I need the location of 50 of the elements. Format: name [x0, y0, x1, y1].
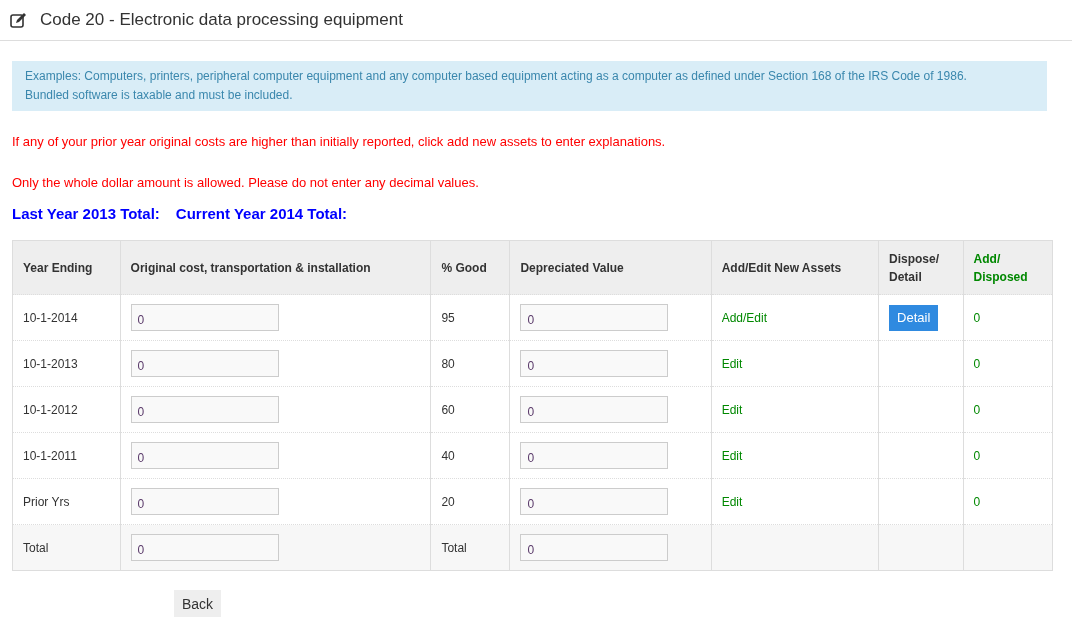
cost-field[interactable]: 0: [130, 304, 279, 331]
cost-field[interactable]: 0: [130, 534, 279, 561]
count-text: 0: [973, 448, 981, 463]
detail-button[interactable]: Detail: [889, 304, 939, 331]
page-title: Code 20 - Electronic data processing equipment: [40, 10, 403, 30]
year-text: 10-1-2014: [23, 310, 78, 325]
edit-link[interactable]: Edit: [721, 448, 743, 463]
cost-field[interactable]: 0: [130, 396, 279, 423]
value-field[interactable]: 0: [520, 396, 669, 423]
good-text: 80: [441, 356, 455, 371]
good-text: Total: [441, 540, 467, 555]
totals-heading: Current Year 2014 Total:: [175, 205, 348, 222]
warning-text: Only the whole dollar amount is allowed. Please do not enter any decimal values.: [12, 175, 480, 190]
good-text: 40: [441, 448, 455, 463]
edit-link[interactable]: Edit: [721, 356, 743, 371]
column-header: Add/ Disposed: [963, 240, 1053, 295]
year-text: Total: [23, 540, 49, 555]
info-box: Examples: Computers, printers, peripheral computer equipment and any computer based equipment acting as a computer as defined under Section 168 of the IRS Code of 1986. Bundled software is taxable and must be included.: [12, 61, 1047, 111]
count-text: 0: [973, 310, 981, 325]
column-header: Add/Edit New Assets: [711, 240, 879, 295]
edit-link[interactable]: Edit: [721, 402, 743, 417]
year-text: Prior Yrs: [23, 494, 70, 509]
good-text: 60: [441, 402, 455, 417]
count-text: 0: [973, 402, 981, 417]
column-header: Dispose/ Detail: [878, 240, 964, 295]
edit-icon: [10, 12, 28, 28]
cost-field[interactable]: 0: [130, 442, 279, 469]
totals-heading: Last Year 2013 Total:: [12, 205, 160, 222]
back-button[interactable]: Back: [174, 590, 222, 617]
value-field[interactable]: 0: [520, 350, 669, 377]
column-header: Year Ending: [12, 240, 121, 295]
edit-link[interactable]: Add/Edit: [721, 310, 767, 325]
cost-field[interactable]: 0: [130, 350, 279, 377]
value-field[interactable]: 0: [520, 488, 669, 515]
column-header: % Good: [430, 240, 510, 295]
value-field[interactable]: 0: [520, 304, 669, 331]
good-text: 95: [441, 310, 455, 325]
cost-field[interactable]: 0: [130, 488, 279, 515]
column-header: Depreciated Value: [509, 240, 712, 295]
count-text: 0: [973, 494, 981, 509]
count-text: 0: [973, 356, 981, 371]
good-text: 20: [441, 494, 455, 509]
year-text: 10-1-2013: [23, 356, 78, 371]
edit-link[interactable]: Edit: [721, 494, 743, 509]
warning-text: If any of your prior year original costs are higher than initially reported, click add new assets to enter explanations.: [12, 134, 667, 149]
value-field[interactable]: 0: [520, 442, 669, 469]
year-text: 10-1-2012: [23, 402, 78, 417]
year-text: 10-1-2011: [23, 448, 77, 463]
value-field[interactable]: 0: [520, 534, 669, 561]
column-header: Original cost, transportation & installation: [120, 240, 431, 295]
